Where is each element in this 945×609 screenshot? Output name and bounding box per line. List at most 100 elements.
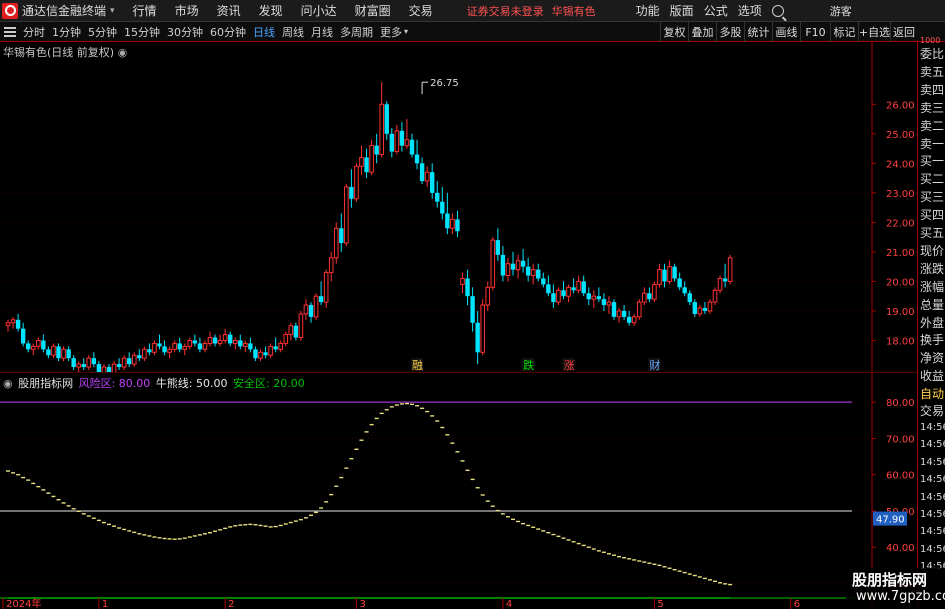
kline-chart[interactable]: 18.00 19.00 20.00 21.00 22.00 23.00 24.00 25.00… <box>0 42 917 372</box>
overlay-button[interactable]: 叠加 <box>688 22 716 42</box>
add-watchlist-button[interactable]: +自选 <box>858 22 890 42</box>
indicator-tick-label: 80.00 <box>886 398 915 409</box>
indicator-name[interactable]: 股朋指标网 <box>18 377 73 390</box>
candle-body-down <box>596 296 602 300</box>
mark-button[interactable]: 标记 <box>830 22 858 42</box>
candle-body-up <box>131 354 137 365</box>
candle-body-down <box>116 364 122 368</box>
candle-body-up <box>152 342 157 353</box>
event-marker-跌: 跌 <box>523 358 534 372</box>
candle-body-down <box>318 296 324 303</box>
tab-intraday[interactable]: 分时 <box>23 24 45 40</box>
statistics-button[interactable]: 统计 <box>744 22 772 42</box>
multi-stock-button[interactable]: 多股 <box>716 22 744 42</box>
trade-login-status[interactable]: 证券交易未登录 <box>467 3 544 19</box>
candle-body-down <box>525 266 531 276</box>
candle-body-down <box>238 340 243 347</box>
event-marker-财: 财 <box>649 358 660 372</box>
tab-daily[interactable]: 日线 <box>253 24 275 40</box>
candle-body-down <box>541 278 546 285</box>
candle-body-up <box>36 339 41 347</box>
title-bar: 通达信金融终端 ▾ 行情 市场 资讯 发现 问小达 财富圈 交易 证券交易未登录… <box>0 0 945 22</box>
candle-body-down <box>621 310 627 317</box>
menu-wealth-circle[interactable]: 财富圈 <box>355 2 391 19</box>
date-tick-label: 1 <box>102 599 108 609</box>
draw-line-button[interactable]: 画线 <box>772 22 800 42</box>
candle-body-up <box>712 289 718 303</box>
candle-body-down <box>672 266 677 279</box>
menu-market-quotes[interactable]: 行情 <box>133 2 157 19</box>
candle-body-up <box>652 283 657 300</box>
chevron-down-icon[interactable]: ▾ <box>110 6 115 16</box>
menu-discover[interactable]: 发现 <box>259 2 283 19</box>
date-tick-label: 6 <box>794 599 800 609</box>
event-marker-融: 融 <box>412 359 423 372</box>
candle-body-up <box>217 339 223 344</box>
candle-body-up <box>727 257 733 282</box>
orderbook-label: 涨跌 <box>920 261 945 276</box>
candle-body-down <box>374 145 379 155</box>
orderbook-label: 卖一 <box>920 136 945 151</box>
price-tick-label: 24.00 <box>886 159 915 170</box>
back-button[interactable]: 返回 <box>890 22 917 42</box>
price-tick-label: 23.00 <box>886 189 915 200</box>
price-tick-label: 22.00 <box>886 218 915 229</box>
indicator-header: ◉ 股朋指标网 风险区: 80.00 牛熊线: 50.00 安全区: 20.00 <box>3 375 307 391</box>
orderbook-label: 涨幅 <box>920 279 945 294</box>
indicator-settings-icon[interactable]: ◉ <box>3 377 13 390</box>
tab-1min[interactable]: 1分钟 <box>52 24 81 40</box>
menu-ask-assistant[interactable]: 问小达 <box>301 2 337 19</box>
tab-15min[interactable]: 15分钟 <box>124 24 160 40</box>
candle-body-down <box>601 299 607 306</box>
candle-body-up <box>258 351 263 359</box>
candle-body-up <box>394 130 400 153</box>
indicator-tick-label: 70.00 <box>886 434 915 445</box>
tab-more[interactable]: 更多 <box>380 24 402 40</box>
candle-body-up <box>606 301 612 306</box>
adjust-price-button[interactable]: 复权 <box>660 22 688 42</box>
chart-title: 华锡有色(日线 前复权) ◉ <box>3 44 127 60</box>
candle-body-up <box>278 342 283 350</box>
search-icon[interactable] <box>771 4 784 17</box>
guest-user[interactable]: 游客 <box>830 3 852 19</box>
menu-market[interactable]: 市场 <box>175 2 199 19</box>
watermark-url: www.7gpzb.com <box>856 589 945 604</box>
tick-time: 14:56 <box>920 543 945 555</box>
menu-news[interactable]: 资讯 <box>217 2 241 19</box>
menu-options[interactable]: 选项 <box>738 2 762 19</box>
menu-trade[interactable]: 交易 <box>409 2 433 19</box>
tab-weekly[interactable]: 周线 <box>282 24 304 40</box>
candle-body-up <box>172 342 177 350</box>
menu-functions[interactable]: 功能 <box>636 2 660 19</box>
candle-body-up <box>61 348 66 359</box>
watermark: 股朋指标网 www.7gpzb.com <box>846 568 945 609</box>
candle-body-down <box>273 346 278 350</box>
bull-bear-label: 牛熊线: 50.00 <box>155 377 228 390</box>
orderbook-label: 买三 <box>920 190 945 205</box>
chevron-circle-icon[interactable]: ◉ <box>118 46 128 59</box>
tab-30min[interactable]: 30分钟 <box>167 24 203 40</box>
candle-body-down <box>81 364 86 368</box>
candle-body-up <box>379 103 384 155</box>
menu-icon[interactable] <box>4 26 16 37</box>
candle-body-up <box>530 269 536 277</box>
tab-60min[interactable]: 60分钟 <box>210 24 246 40</box>
candle-body-up <box>576 280 581 291</box>
menu-layout[interactable]: 版面 <box>670 2 694 19</box>
candle-body-up <box>591 295 597 300</box>
tab-multi-period[interactable]: 多周期 <box>340 24 373 40</box>
more-chevron-icon[interactable]: ▾ <box>404 27 408 36</box>
tab-5min[interactable]: 5分钟 <box>88 24 117 40</box>
f10-button[interactable]: F10 <box>800 22 830 42</box>
candle-body-up <box>121 357 127 368</box>
candle-body-up <box>232 339 238 344</box>
candle-body-down <box>384 104 389 134</box>
candle-body-down <box>339 228 344 244</box>
candle-body-up <box>450 218 455 229</box>
risk-zone-label: 风险区: 80.00 <box>78 377 151 390</box>
candle-body-up <box>10 319 16 324</box>
indicator-chart[interactable]: 30.0040.0050.0060.0070.0080.0047.902024年… <box>0 372 917 609</box>
menu-formula[interactable]: 公式 <box>704 2 728 19</box>
candle-body-up <box>30 345 36 350</box>
tab-monthly[interactable]: 月线 <box>311 24 333 40</box>
